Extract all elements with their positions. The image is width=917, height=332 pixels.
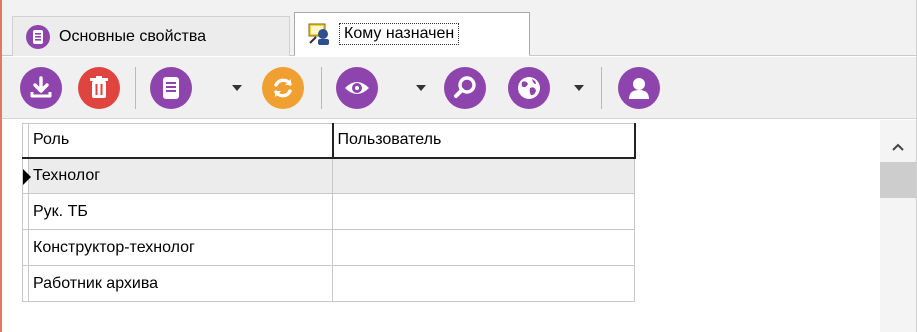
table-header-row: Роль Пользователь xyxy=(22,123,636,159)
roles-table: Роль Пользователь Технолог Рук. ТБ Конст… xyxy=(22,123,636,302)
row-indicator xyxy=(22,157,31,194)
user-assign-icon xyxy=(308,23,329,45)
refresh-icon xyxy=(274,78,292,98)
chevron-down-icon[interactable] xyxy=(232,85,242,91)
table-row[interactable]: Технолог xyxy=(22,157,635,194)
table-row[interactable]: Конструктор-технолог xyxy=(22,229,635,266)
cell-role[interactable]: Рук. ТБ xyxy=(28,193,333,230)
user-button[interactable] xyxy=(618,67,660,109)
row-indicator xyxy=(22,265,29,302)
refresh-button[interactable] xyxy=(262,67,304,109)
tab-label: Кому назначен xyxy=(339,23,460,45)
cell-user[interactable] xyxy=(332,157,635,194)
current-row-arrow-icon xyxy=(23,168,31,185)
cell-user[interactable] xyxy=(332,265,635,302)
user-icon xyxy=(629,78,649,99)
tab-assigned-to[interactable]: Кому назначен xyxy=(294,12,530,56)
trash-icon xyxy=(90,76,108,98)
chevron-down-icon[interactable] xyxy=(574,85,584,91)
globe-icon xyxy=(518,77,540,99)
cell-user[interactable] xyxy=(332,229,635,266)
search-icon xyxy=(454,76,476,98)
globe-button[interactable] xyxy=(508,67,550,109)
column-header-user[interactable]: Пользователь xyxy=(332,123,636,159)
table-row[interactable]: Рук. ТБ xyxy=(22,193,635,230)
row-indicator-header xyxy=(22,123,29,159)
cell-user[interactable] xyxy=(332,193,635,230)
document-button[interactable] xyxy=(150,67,192,109)
row-indicator xyxy=(22,229,29,266)
search-button[interactable] xyxy=(444,67,486,109)
column-header-role[interactable]: Роль xyxy=(28,123,334,159)
chevron-down-icon[interactable] xyxy=(416,85,426,91)
document-icon xyxy=(163,77,179,99)
download-icon xyxy=(30,76,52,98)
toolbar xyxy=(2,57,916,119)
row-indicator xyxy=(22,193,29,230)
delete-button[interactable] xyxy=(78,67,120,109)
toolbar-separator xyxy=(601,67,602,109)
download-button[interactable] xyxy=(20,67,62,109)
scrollbar-thumb[interactable] xyxy=(880,162,916,198)
vertical-scrollbar[interactable] xyxy=(880,120,916,332)
table-row[interactable]: Работник архива xyxy=(22,265,635,302)
toolbar-separator xyxy=(135,67,136,109)
cell-role[interactable]: Технолог xyxy=(28,157,333,194)
cell-role[interactable]: Конструктор-технолог xyxy=(28,229,333,266)
eye-icon xyxy=(345,82,369,94)
tab-strip: Основные свойства Кому назначен xyxy=(2,0,916,56)
view-button[interactable] xyxy=(336,67,378,109)
toolbar-separator xyxy=(321,67,322,109)
tab-main-properties[interactable]: Основные свойства xyxy=(12,16,290,56)
document-circle-icon xyxy=(26,24,50,49)
tab-label: Основные свойства xyxy=(59,27,207,45)
scroll-up-button[interactable] xyxy=(880,132,916,162)
cell-role[interactable]: Работник архива xyxy=(28,265,333,302)
grid-panel: Роль Пользователь Технолог Рук. ТБ Конст… xyxy=(2,120,916,332)
chevron-up-icon xyxy=(892,143,904,151)
